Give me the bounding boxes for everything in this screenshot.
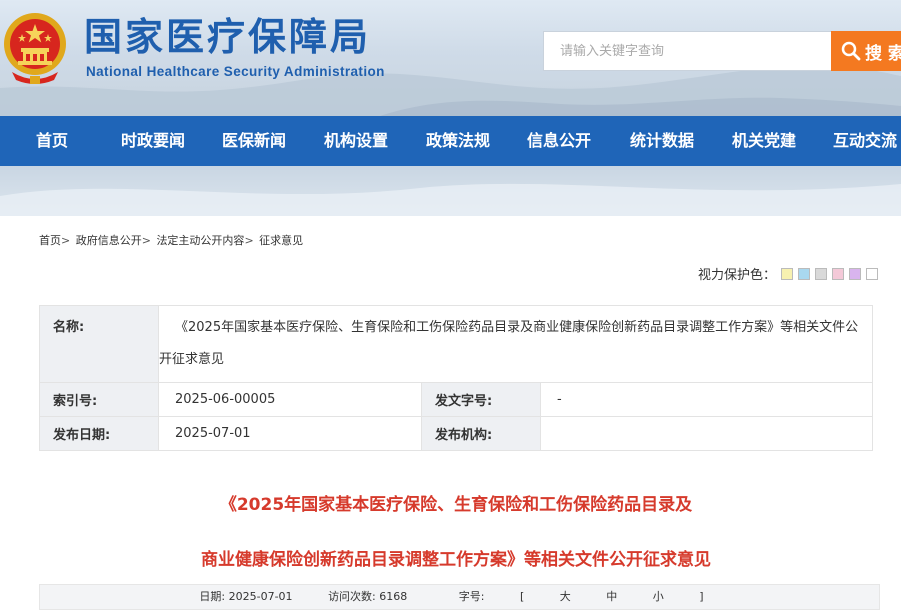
meta-docno-value: -	[540, 382, 873, 417]
document-meta-table: 名称: 《2025年国家基本医疗保险、生育保险和工伤保险药品目录及商业健康保险创…	[39, 305, 873, 451]
breadcrumb-statutory[interactable]: 法定主动公开内容	[156, 234, 244, 247]
meta-name-label: 名称:	[39, 305, 159, 383]
swatch-gray[interactable]	[815, 267, 828, 280]
article-title-line2: 商业健康保险创新药品目录调整工作方案》等相关文件公开征求意见	[201, 550, 711, 570]
main-nav: 首页 时政要闻 医保新闻 机构设置 政策法规 信息公开 统计数据 机关党建 互动…	[0, 116, 901, 166]
search-icon	[841, 41, 861, 61]
breadcrumb-consultation[interactable]: 征求意见	[259, 234, 303, 247]
nav-item-disclosure[interactable]: 信息公开	[527, 116, 591, 166]
search-input[interactable]	[544, 32, 831, 70]
font-size-control: 字号: [ 大 中 小 ]	[443, 590, 720, 603]
meta-index-label: 索引号:	[39, 382, 159, 417]
breadcrumb-disclosure[interactable]: 政府信息公开	[76, 234, 142, 247]
nav-item-home[interactable]: 首页	[36, 116, 68, 166]
nav-item-organization[interactable]: 机构设置	[324, 116, 388, 166]
nav-item-statistics[interactable]: 统计数据	[630, 116, 694, 166]
nav-item-party[interactable]: 机关党建	[732, 116, 796, 166]
search-box	[543, 31, 832, 71]
site-header: 国家医疗保障局 National Healthcare Security Adm…	[0, 0, 901, 116]
main-content: 首页> 政府信息公开> 法定主动公开内容> 征求意见 视力保护色： 名称: 《2…	[0, 216, 901, 610]
meta-org-label: 发布机构:	[421, 416, 541, 451]
nav-item-policy[interactable]: 政策法规	[426, 116, 490, 166]
font-size-small[interactable]: 小	[653, 590, 664, 603]
meta-docno-label: 发文字号:	[421, 382, 541, 417]
meta-index-value: 2025-06-00005	[158, 382, 422, 417]
font-size-medium[interactable]: 中	[606, 590, 617, 603]
meta-date-value: 2025-07-01	[158, 416, 422, 451]
swatch-yellow[interactable]	[781, 267, 794, 280]
meta-name-value: 《2025年国家基本医疗保险、生育保险和工伤保险药品目录及商业健康保险创新药品目…	[158, 305, 873, 383]
swatch-pink[interactable]	[832, 267, 845, 280]
font-size-label: 字号:	[458, 590, 485, 603]
nav-item-news[interactable]: 时政要闻	[121, 116, 185, 166]
cloud-background	[0, 183, 901, 216]
meta-org-value	[540, 416, 873, 451]
publish-date: 日期: 2025-07-01	[199, 590, 293, 603]
font-size-large[interactable]: 大	[560, 590, 571, 603]
visit-count: 访问次数: 6168	[328, 590, 408, 603]
swatch-purple[interactable]	[849, 267, 862, 280]
nav-item-medical-news[interactable]: 医保新闻	[222, 116, 286, 166]
site-subtitle: National Healthcare Security Administrat…	[86, 64, 385, 79]
national-emblem-icon	[4, 13, 66, 84]
swatch-white[interactable]	[866, 267, 879, 280]
banner-strip	[0, 166, 901, 216]
article-info-bar: 日期: 2025-07-01 访问次数: 6168 字号: [ 大 中 小 ]	[39, 584, 880, 610]
breadcrumb: 首页> 政府信息公开> 法定主动公开内容> 征求意见	[39, 234, 304, 247]
font-size-close-bracket: ]	[699, 590, 704, 603]
search-button-label: 搜 索	[865, 43, 901, 64]
nav-item-interaction[interactable]: 互动交流	[833, 116, 897, 166]
eye-protect-bar: 视力保护色：	[698, 264, 879, 283]
font-size-open-bracket: [	[519, 590, 525, 603]
meta-name-text: 《2025年国家基本医疗保险、生育保险和工伤保险药品目录及商业健康保险创新药品目…	[159, 320, 859, 367]
site-title: 国家医疗保障局	[84, 14, 372, 59]
search-button[interactable]: 搜 索	[831, 31, 901, 71]
swatch-blue[interactable]	[798, 267, 811, 280]
breadcrumb-home[interactable]: 首页	[39, 234, 61, 247]
eye-protect-label: 视力保护色：	[698, 268, 777, 283]
meta-date-label: 发布日期:	[39, 416, 159, 451]
article-title: 《2025年国家基本医疗保险、生育保险和工伤保险药品目录及 商业健康保险创新药品…	[39, 478, 873, 588]
article-title-line1: 《2025年国家基本医疗保险、生育保险和工伤保险药品目录及	[219, 495, 693, 515]
